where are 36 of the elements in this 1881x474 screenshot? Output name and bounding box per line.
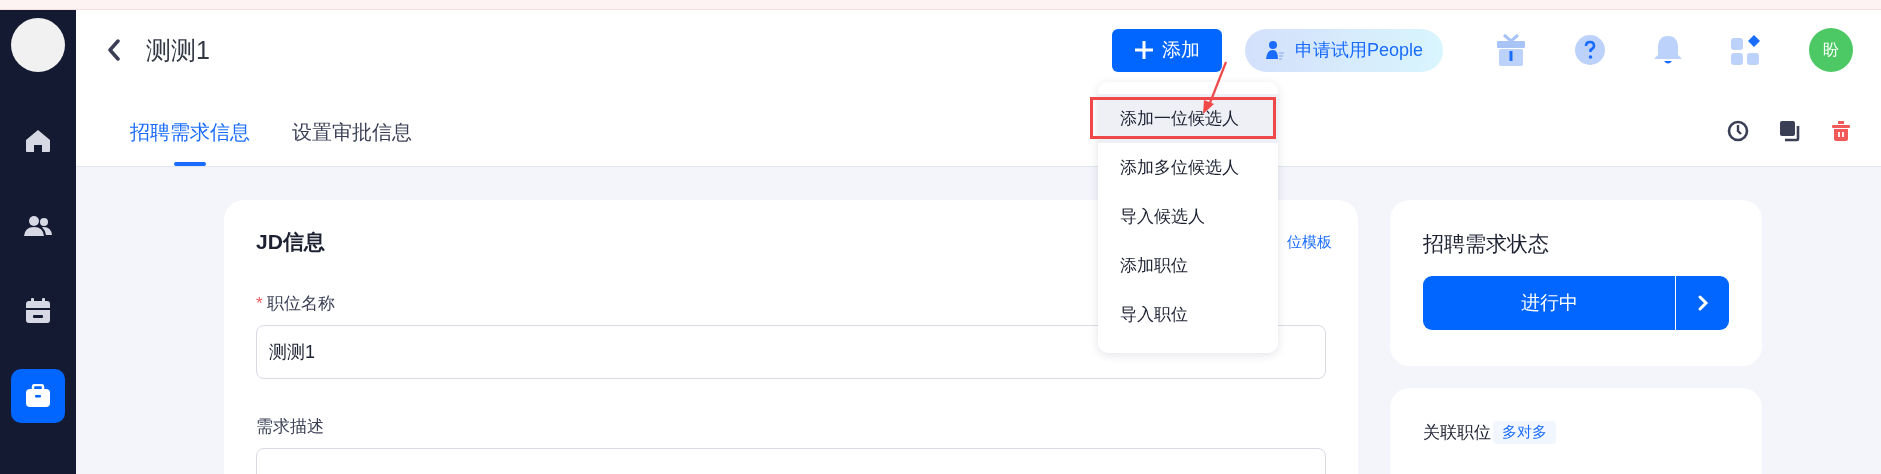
field-label: 职位名称 (266, 293, 335, 315)
back-icon[interactable] (106, 39, 122, 61)
chevron-right-icon (1696, 294, 1709, 312)
required-mark: * (256, 293, 263, 314)
calendar-icon (25, 298, 51, 324)
tab[interactable]: 招聘需求信息 (130, 119, 250, 166)
menu-item[interactable]: 导入候选人 (1098, 192, 1278, 241)
briefcase-icon (25, 384, 51, 408)
gift-icon[interactable] (1495, 33, 1527, 67)
copy-icon[interactable] (1779, 120, 1801, 142)
plus-icon (1133, 40, 1154, 60)
page-title: 测测1 (146, 34, 210, 66)
field-label: 需求描述 (256, 416, 324, 438)
help-icon[interactable] (1575, 35, 1605, 65)
home-icon (25, 129, 51, 153)
apps-icon[interactable] (1731, 35, 1761, 65)
trial-button[interactable]: 申请试用People (1244, 28, 1443, 72)
menu-item[interactable]: 添加多位候选人 (1098, 143, 1278, 192)
relation-tag: 多对多 (1493, 421, 1556, 444)
status-button[interactable]: 进行中 (1423, 276, 1729, 330)
template-link[interactable]: 位模板 (1287, 232, 1332, 252)
nav-item[interactable] (11, 369, 65, 423)
add-button[interactable]: 添加 (1111, 28, 1222, 72)
user-icon (1264, 40, 1285, 60)
clock-icon[interactable] (1727, 120, 1749, 142)
card-title: 关联职位 (1423, 422, 1491, 444)
status-label[interactable]: 进行中 (1423, 276, 1676, 330)
card-title: 招聘需求状态 (1423, 231, 1550, 257)
menu-item[interactable]: 导入职位 (1098, 290, 1278, 339)
logo-icon (11, 18, 65, 72)
card-title: JD信息 (256, 229, 325, 255)
menu-item[interactable]: 添加职位 (1098, 241, 1278, 290)
job-title-field[interactable]: 测测1 (256, 325, 1326, 379)
people-icon (24, 215, 52, 237)
tab[interactable]: 设置审批信息 (292, 119, 412, 166)
trash-icon[interactable] (1831, 120, 1851, 142)
